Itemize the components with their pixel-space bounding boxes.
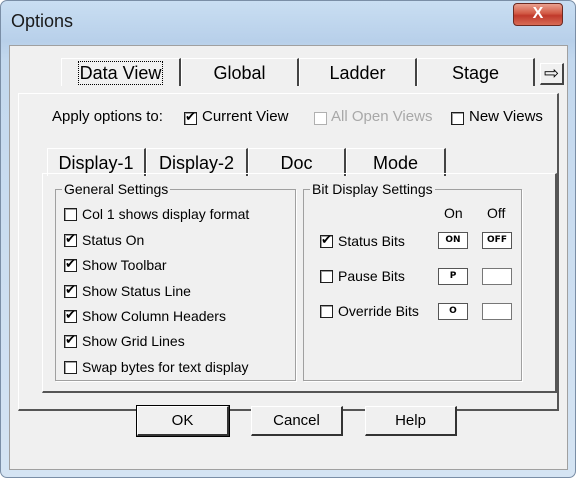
bit-off-column-header: Off xyxy=(487,205,506,221)
bit-display-settings-title: Bit Display Settings xyxy=(310,181,435,197)
show-grid-lines-checkbox[interactable] xyxy=(64,333,77,348)
col1-format-checkbox[interactable] xyxy=(64,208,77,221)
pause-bits-on-indicator[interactable]: P xyxy=(438,268,468,285)
pause-bits-label: Pause Bits xyxy=(338,268,405,284)
tab-doc-label: Doc xyxy=(280,153,313,173)
show-column-headers-label: Show Column Headers xyxy=(82,308,226,324)
current-view-checkbox[interactable] xyxy=(184,110,197,125)
swap-bytes-checkbox[interactable] xyxy=(64,361,77,374)
help-button[interactable]: Help xyxy=(365,406,457,436)
col1-format-label: Col 1 shows display format xyxy=(82,206,250,222)
general-settings-title: General Settings xyxy=(62,181,171,197)
tab-stage-label: Stage xyxy=(451,63,500,83)
bit-on-column-header: On xyxy=(444,205,463,221)
show-column-headers-checkbox[interactable] xyxy=(64,308,77,323)
tab-display-2-label: Display-2 xyxy=(158,153,235,173)
status-bits-label: Status Bits xyxy=(338,233,405,249)
override-bits-checkbox[interactable] xyxy=(320,305,333,318)
all-open-views-label: All Open Views xyxy=(331,108,433,125)
status-on-label: Status On xyxy=(82,232,145,248)
status-bits-checkbox[interactable] xyxy=(320,233,333,248)
close-button[interactable]: X xyxy=(513,3,563,26)
tab-doc[interactable]: Doc xyxy=(248,148,346,176)
override-bits-label: Override Bits xyxy=(338,303,419,319)
tab-ladder[interactable]: Ladder xyxy=(299,58,417,86)
tab-mode-label: Mode xyxy=(372,153,419,173)
show-status-line-checkbox[interactable] xyxy=(64,283,77,298)
all-open-views-checkbox xyxy=(314,112,327,125)
tab-data-view-label: Data View xyxy=(77,61,164,85)
override-bits-on-indicator[interactable]: O xyxy=(438,303,468,320)
ok-button[interactable]: OK xyxy=(136,405,230,437)
new-views-label: New Views xyxy=(469,108,543,125)
status-bits-off-indicator[interactable]: OFF xyxy=(482,232,512,249)
show-status-line-label: Show Status Line xyxy=(82,283,191,299)
tab-stage[interactable]: Stage xyxy=(417,58,535,86)
tab-display-1[interactable]: Display-1 xyxy=(47,148,146,176)
tab-display-2[interactable]: Display-2 xyxy=(146,148,248,176)
show-grid-lines-label: Show Grid Lines xyxy=(82,333,185,349)
tab-global[interactable]: Global xyxy=(181,58,299,86)
status-bits-on-indicator[interactable]: ON xyxy=(438,232,468,249)
tab-data-view[interactable]: Data View xyxy=(61,58,181,86)
tab-display-1-label: Display-1 xyxy=(58,153,134,173)
tab-scroll-right-icon[interactable]: ⇨ xyxy=(540,63,564,85)
tab-global-label: Global xyxy=(213,63,266,83)
cancel-button[interactable]: Cancel xyxy=(251,406,343,436)
swap-bytes-label: Swap bytes for text display xyxy=(82,359,249,375)
apply-options-label: Apply options to: xyxy=(52,108,163,125)
pause-bits-off-indicator[interactable] xyxy=(482,268,512,285)
tab-mode[interactable]: Mode xyxy=(346,148,446,176)
window-title: Options xyxy=(11,11,74,31)
show-toolbar-checkbox[interactable] xyxy=(64,257,77,272)
new-views-checkbox[interactable] xyxy=(451,112,464,125)
override-bits-off-indicator[interactable] xyxy=(482,303,512,320)
tab-ladder-label: Ladder xyxy=(329,63,386,83)
show-toolbar-label: Show Toolbar xyxy=(82,257,167,273)
current-view-label: Current View xyxy=(202,108,289,125)
status-on-checkbox[interactable] xyxy=(64,232,77,247)
options-dialog: Options X Data View Global Ladder Stage … xyxy=(0,0,576,478)
pause-bits-checkbox[interactable] xyxy=(320,270,333,283)
